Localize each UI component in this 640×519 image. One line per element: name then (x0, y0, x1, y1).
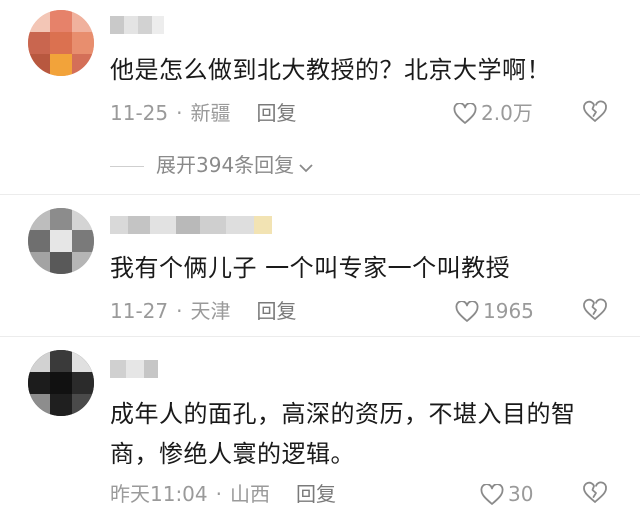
heart-icon (480, 483, 504, 505)
avatar[interactable] (28, 208, 94, 274)
comment-location: 新疆 (190, 101, 231, 125)
expand-line (110, 166, 144, 167)
username-blurred[interactable] (110, 216, 280, 234)
comment-meta: 昨天11:04 · 山西 回复 (110, 481, 336, 507)
like-count: 30 (508, 482, 534, 506)
broken-heart-icon (583, 481, 607, 503)
comment-location: 山西 (230, 482, 270, 506)
reply-button[interactable]: 回复 (296, 481, 336, 507)
divider (0, 336, 640, 337)
dislike-button[interactable] (582, 298, 608, 324)
like-button[interactable]: 2.0万 (453, 100, 533, 126)
comment-text: 我有个俩儿子 一个叫专家一个叫教授 (110, 254, 511, 282)
comment-date: 11-25 (110, 101, 169, 125)
dislike-button[interactable] (582, 481, 608, 507)
comment-date: 昨天11:04 (110, 482, 208, 506)
dislike-button[interactable] (582, 100, 608, 126)
like-button[interactable]: 30 (480, 481, 533, 507)
comment-text: 成年人的面孔，高深的资历，不堪入目的智商，惨绝人寰的逻辑。 (110, 400, 576, 468)
comment-3: 成年人的面孔，高深的资历，不堪入目的智商，惨绝人寰的逻辑。 昨天11:04 · 山西… (0, 338, 640, 519)
like-count: 2.0万 (481, 101, 533, 125)
chevron-down-icon (299, 164, 313, 173)
comment-meta: 11-27 · 天津 回复 (110, 298, 296, 324)
username-blurred[interactable] (110, 360, 160, 378)
heart-icon (455, 300, 479, 322)
reply-button[interactable]: 回复 (256, 298, 296, 324)
like-button[interactable]: 1965 (455, 298, 534, 324)
username-blurred[interactable] (110, 16, 170, 34)
reply-button[interactable]: 回复 (256, 100, 296, 126)
avatar[interactable] (28, 350, 94, 416)
like-count: 1965 (483, 299, 534, 323)
comment-2: 我有个俩儿子 一个叫专家一个叫教授 11-27 · 天津 回复 1965 (0, 196, 640, 336)
meta-separator: · (176, 101, 183, 125)
divider (0, 194, 640, 195)
heart-icon (453, 102, 477, 124)
comment-text: 他是怎么做到北大教授的？北京大学啊！ (110, 56, 551, 84)
comment-location: 天津 (190, 299, 231, 323)
broken-heart-icon (583, 100, 607, 122)
avatar[interactable] (28, 10, 94, 76)
comment-meta: 11-25 · 新疆 回复 (110, 100, 296, 126)
expand-replies-button[interactable]: 展开394条回复 (110, 152, 314, 178)
expand-replies-label: 展开394条回复 (156, 153, 295, 177)
broken-heart-icon (583, 298, 607, 320)
comment-date: 11-27 (110, 299, 169, 323)
comment-1: 他是怎么做到北大教授的？北京大学啊！ 11-25 · 新疆 回复 2.0万 展开394… (0, 0, 640, 190)
meta-separator: · (176, 299, 183, 323)
meta-separator: · (215, 482, 222, 506)
